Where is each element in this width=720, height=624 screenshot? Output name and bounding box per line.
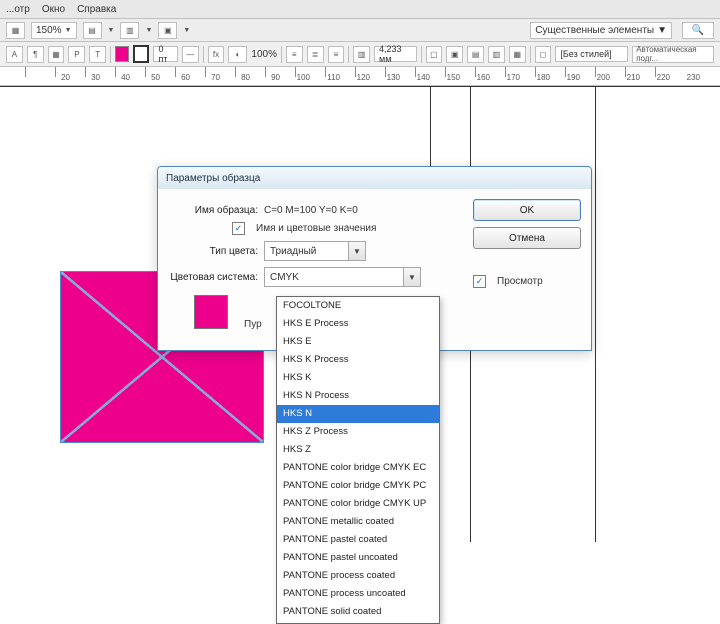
- wrap4-icon[interactable]: ▥: [488, 46, 505, 63]
- canvas[interactable]: Параметры образца Имя образца: C=0 M=100…: [0, 86, 720, 542]
- screen-mode-icon[interactable]: ▥: [120, 22, 139, 39]
- fx-icon[interactable]: fx: [208, 46, 225, 63]
- chevron-down-icon: ▼: [403, 268, 420, 286]
- dropdown-item[interactable]: PANTONE process coated: [277, 567, 439, 585]
- cancel-button[interactable]: Отмена: [473, 227, 581, 249]
- color-system-select[interactable]: CMYK▼: [264, 267, 421, 287]
- ok-button[interactable]: OK: [473, 199, 581, 221]
- dropdown-item[interactable]: HKS N Process: [277, 387, 439, 405]
- stroke-swatch[interactable]: [133, 45, 149, 63]
- menu-item[interactable]: Окно: [42, 4, 65, 15]
- stroke-weight[interactable]: 0 пт: [153, 46, 177, 62]
- color-type-label: Тип цвета:: [168, 246, 258, 257]
- fill-swatch[interactable]: [115, 46, 129, 62]
- dropdown-item[interactable]: HKS K Process: [277, 351, 439, 369]
- dropdown-item[interactable]: PANTONE solid coated: [277, 603, 439, 621]
- dropdown-item[interactable]: PANTONE pastel coated: [277, 531, 439, 549]
- menubar: ...отр Окно Справка: [0, 0, 720, 19]
- dropdown-item[interactable]: HKS K: [277, 369, 439, 387]
- color-system-label: Цветовая система:: [168, 272, 258, 283]
- dropdown-item[interactable]: PANTONE pastel uncoated: [277, 549, 439, 567]
- dropdown-item[interactable]: PANTONE color bridge CMYK UP: [277, 495, 439, 513]
- wrap2-icon[interactable]: ▣: [446, 46, 463, 63]
- line-style-icon[interactable]: ―: [182, 46, 199, 63]
- grid-icon[interactable]: ▦: [48, 46, 65, 63]
- wrap5-icon[interactable]: ▦: [509, 46, 526, 63]
- name-with-values-checkbox[interactable]: ✓: [232, 222, 245, 235]
- style-dropdown[interactable]: [Без стилей]: [555, 46, 628, 62]
- align-left-icon[interactable]: ≡: [286, 46, 303, 63]
- dropdown-item[interactable]: HKS E: [277, 333, 439, 351]
- arrange-icon[interactable]: ▣: [158, 22, 177, 39]
- color-preview-swatch: [194, 295, 228, 329]
- bridge-icon[interactable]: ▦: [6, 22, 25, 39]
- dialog-title[interactable]: Параметры образца: [158, 167, 591, 189]
- toolbar-top: ▦ 150%▼ ▤▼ ▥▼ ▣▼ Существенные элементы▼ …: [0, 19, 720, 42]
- zoom-dropdown[interactable]: 150%▼: [31, 22, 77, 39]
- page-edge: [595, 86, 596, 542]
- preview-checkbox[interactable]: ✓: [473, 275, 486, 288]
- dropdown-item[interactable]: HKS Z Process: [277, 423, 439, 441]
- name-value: C=0 M=100 Y=0 K=0: [264, 205, 358, 216]
- autofit-btn[interactable]: Автоматическая подг...: [632, 46, 714, 63]
- wrap3-icon[interactable]: ▤: [467, 46, 484, 63]
- paragraph-formatting-icon[interactable]: ¶: [27, 46, 44, 63]
- align-right-icon[interactable]: ≡: [328, 46, 345, 63]
- dropdown-item[interactable]: HKS E Process: [277, 315, 439, 333]
- wrap1-icon[interactable]: ▢: [426, 46, 443, 63]
- text-icon[interactable]: T: [89, 46, 106, 63]
- hue-label-fragment: Пур: [244, 319, 262, 330]
- name-with-values-label: Имя и цветовые значения: [256, 223, 376, 234]
- chevron-down-icon: ▼: [348, 242, 365, 260]
- align-center-icon[interactable]: ≣: [307, 46, 324, 63]
- color-type-select[interactable]: Триадный▼: [264, 241, 366, 261]
- name-label: Имя образца:: [168, 205, 258, 216]
- control-panel: A ¶ ▦ P T 0 пт ― fx ◐100% ≡ ≣ ≡ ▥ 4,233 …: [0, 42, 720, 67]
- columns-icon[interactable]: ▥: [353, 46, 370, 63]
- spacing-field[interactable]: 4,233 мм: [374, 46, 417, 62]
- dropdown-item[interactable]: PANTONE color bridge CMYK PC: [277, 477, 439, 495]
- search-icon[interactable]: 🔍: [682, 22, 714, 39]
- char-panel-icon[interactable]: P: [68, 46, 85, 63]
- view-options-icon[interactable]: ▤: [83, 22, 102, 39]
- character-formatting-icon[interactable]: A: [6, 46, 23, 63]
- dropdown-item[interactable]: HKS Z: [277, 441, 439, 459]
- preview-label: Просмотр: [497, 276, 543, 287]
- dropdown-item[interactable]: PANTONE metallic coated: [277, 513, 439, 531]
- opacity-field[interactable]: ◐100%: [228, 46, 277, 63]
- horizontal-ruler: 2030405060708090100110120130140150160170…: [0, 67, 720, 86]
- menu-item[interactable]: ...отр: [6, 4, 30, 15]
- dropdown-item[interactable]: HKS N: [277, 405, 439, 423]
- menu-item[interactable]: Справка: [77, 4, 116, 15]
- corner-icon[interactable]: ◻: [535, 46, 552, 63]
- dropdown-item[interactable]: FOCOLTONE: [277, 297, 439, 315]
- ruler-label: 230: [610, 73, 700, 82]
- color-system-dropdown[interactable]: FOCOLTONEHKS E ProcessHKS EHKS K Process…: [276, 296, 440, 624]
- dropdown-item[interactable]: PANTONE color bridge CMYK EC: [277, 459, 439, 477]
- guide-line: [0, 86, 720, 87]
- workspace-dropdown[interactable]: Существенные элементы▼: [530, 22, 672, 39]
- dropdown-item[interactable]: PANTONE process uncoated: [277, 585, 439, 603]
